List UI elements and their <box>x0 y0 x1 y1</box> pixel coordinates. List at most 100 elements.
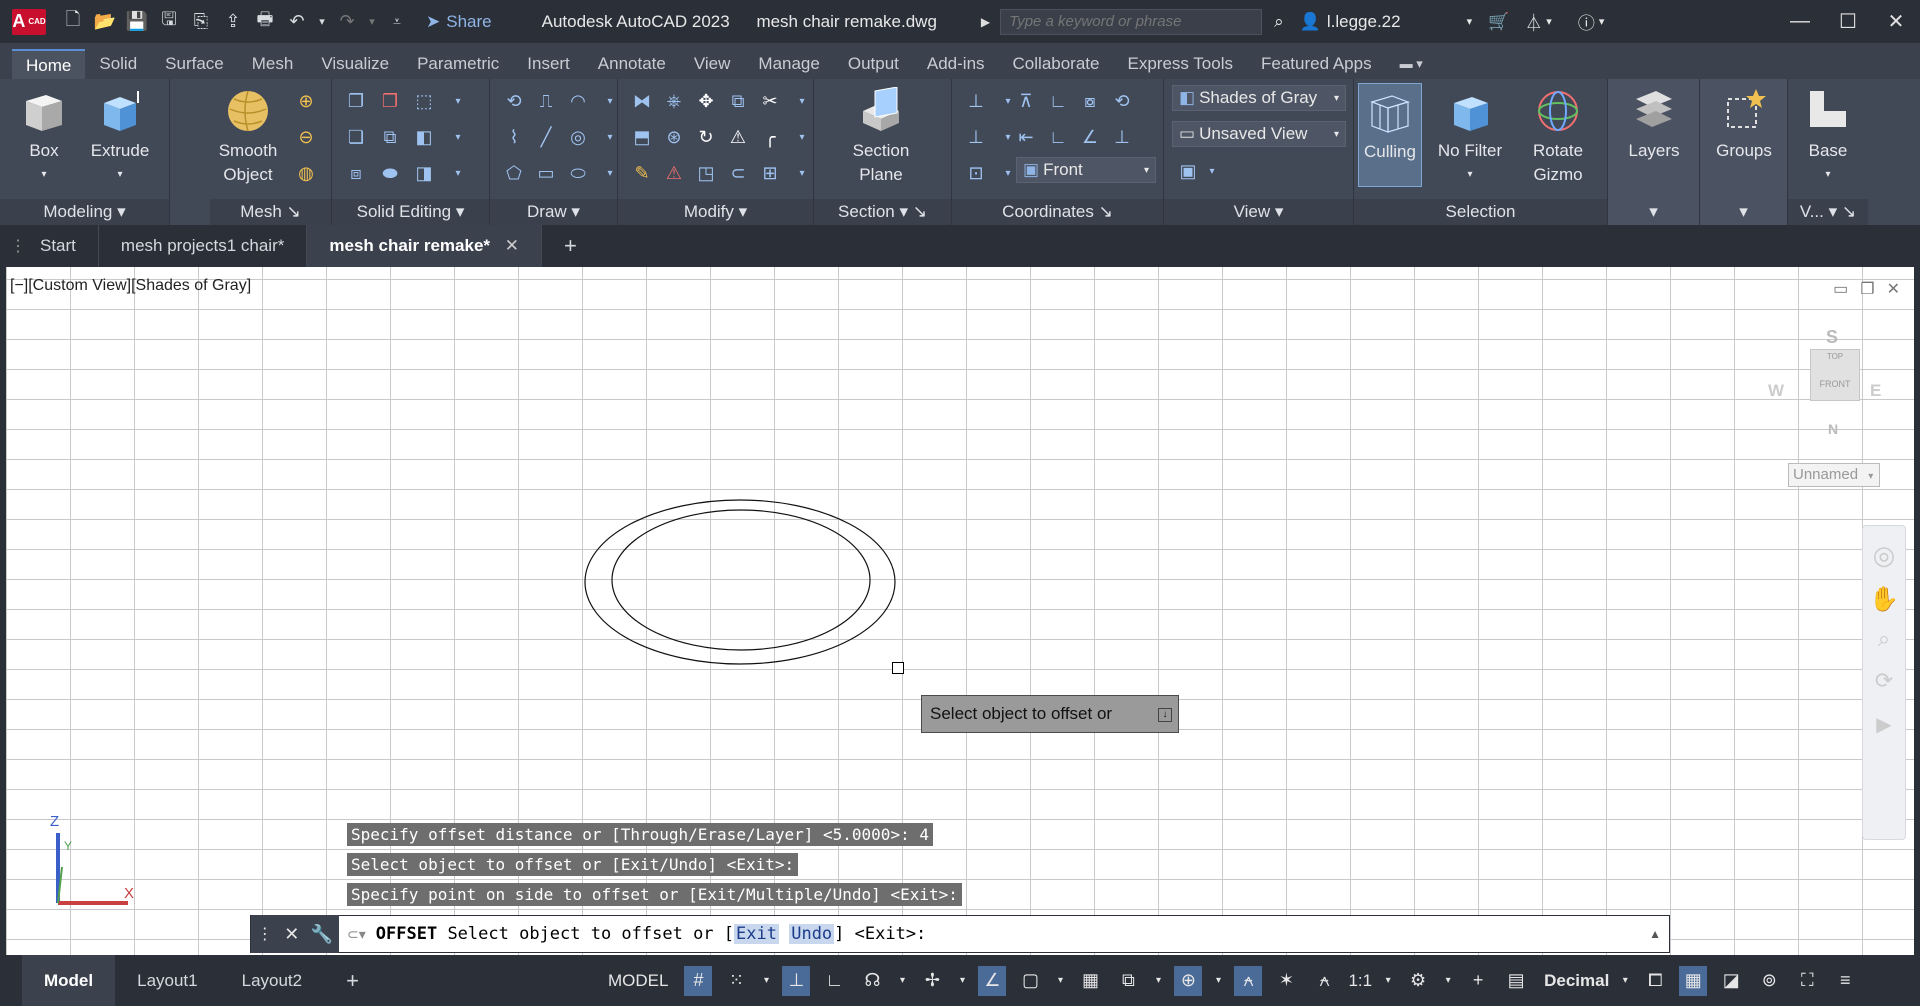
base-button[interactable]: Base ▾ <box>1796 87 1860 187</box>
file-tabs-menu-icon[interactable]: ⋮ <box>0 236 26 256</box>
autodesk-a360-icon[interactable]: ⏃ <box>1525 9 1542 34</box>
intersect-icon[interactable]: ❏ <box>344 125 368 149</box>
interfere-icon[interactable]: ⧈ <box>344 161 368 185</box>
rotate-icon[interactable]: ↻ <box>694 125 718 149</box>
ucs-icon-properties[interactable]: ⊡ <box>964 161 988 185</box>
viewcube[interactable]: S TOP FRONT W E N <box>1756 327 1881 447</box>
layout-tab-layout2[interactable]: Layout2 <box>220 955 325 1006</box>
graphics-performance-icon[interactable]: ⊚ <box>1755 966 1783 996</box>
command-line[interactable]: ⋮ ✕ 🔧 ⊂▾ OFFSET Select object to offset … <box>250 915 1670 953</box>
tab-mesh[interactable]: Mesh <box>238 49 308 79</box>
viewport-config-icon[interactable]: ▣ <box>1176 159 1200 183</box>
ucs-icon[interactable]: ⊥ <box>964 89 988 113</box>
clean-screen-icon[interactable]: ⛶ <box>1793 966 1821 996</box>
zoom-extents-icon[interactable]: ⌕ <box>1863 626 1905 652</box>
tab-output[interactable]: Output <box>834 49 913 79</box>
save-as-icon[interactable]: 🖫 <box>156 9 182 35</box>
close-icon[interactable]: ✕ <box>1872 0 1920 43</box>
slice-icon[interactable]: ⧉ <box>378 125 402 149</box>
scale-dropdown-icon[interactable]: ▾ <box>1382 966 1394 996</box>
tab-collaborate[interactable]: Collaborate <box>999 49 1114 79</box>
trim-dropdown-icon[interactable]: ▾ <box>790 89 814 113</box>
ucs-z-axis-icon[interactable]: ∠ <box>1078 125 1102 149</box>
search-icon[interactable]: ⌕ <box>1274 12 1284 32</box>
help-icon[interactable]: ⓘ <box>1578 9 1595 34</box>
isodraft-dropdown-icon[interactable]: ▾ <box>956 966 968 996</box>
annotation-scale-value[interactable]: 1:1 <box>1348 971 1372 991</box>
section-plane-button[interactable]: Section Plane <box>838 87 924 187</box>
box-button[interactable]: Box ▾ <box>12 87 76 187</box>
tab-surface[interactable]: Surface <box>151 49 238 79</box>
annotation-monitor-icon[interactable]: + <box>1464 966 1492 996</box>
undo-icon[interactable]: ↶ <box>284 9 310 35</box>
tab-home[interactable]: Home <box>12 49 86 79</box>
units-icon[interactable]: ▤ <box>1502 966 1530 996</box>
panel-title-base[interactable]: V... ▾ ↘ <box>1788 199 1868 225</box>
subtract-icon[interactable]: ❐ <box>378 89 402 113</box>
command-customize-icon[interactable]: 🔧 <box>311 924 333 945</box>
smooth-object-button[interactable]: Smooth Object <box>216 87 280 187</box>
ellipse-icon[interactable]: ⬭ <box>566 161 590 185</box>
culling-button[interactable]: Culling <box>1358 83 1422 187</box>
line-icon[interactable]: ╱ <box>534 125 558 149</box>
orbit-icon[interactable]: ⟳ <box>1863 668 1905 694</box>
plot-icon[interactable]: 🖶 <box>252 9 278 35</box>
viewcube-cube[interactable]: TOP FRONT <box>1810 349 1860 401</box>
layers-button[interactable]: Layers <box>1618 87 1690 163</box>
extrude-faces-icon[interactable]: ◧ <box>412 125 436 149</box>
3d-mirror-icon[interactable]: ⧓ <box>630 89 654 113</box>
outer-ellipse[interactable] <box>584 499 896 665</box>
array-dropdown-icon[interactable]: ▾ <box>790 161 814 185</box>
dynamic-ucs-icon[interactable]: ⊥ <box>782 965 811 996</box>
no-filter-button[interactable]: No Filter ▾ <box>1428 87 1512 187</box>
option-exit[interactable]: Exit <box>734 924 779 944</box>
erase-icon[interactable]: ✎ <box>630 161 654 185</box>
pan-icon[interactable]: ✋ <box>1863 585 1905 614</box>
workspace-gear-icon[interactable]: ⚙ <box>1404 966 1432 996</box>
ucs-3point-icon[interactable]: ∟ <box>1046 125 1070 149</box>
command-history-toggle-icon[interactable]: ▲ <box>1649 927 1661 941</box>
named-ucs-dropdown[interactable]: Unnamed ▾ <box>1788 463 1880 487</box>
close-tab-icon[interactable]: ✕ <box>505 236 519 255</box>
drawing-canvas[interactable]: [−][Custom View][Shades of Gray] ▭ ❐ ✕ Z… <box>6 267 1914 955</box>
user-icon[interactable]: 👤 <box>1300 12 1321 32</box>
panel-title-section[interactable]: Section ▾ ↘ <box>814 199 951 225</box>
snap-icon[interactable]: ⁙ <box>722 966 750 996</box>
panel-title-view[interactable]: View ▾ <box>1164 199 1353 225</box>
thicken-icon[interactable]: ⬬ <box>378 161 402 185</box>
ucs-object-icon[interactable]: ⧇ <box>1078 89 1102 113</box>
ucs-previous-icon[interactable]: ⟲ <box>1110 89 1134 113</box>
minimize-icon[interactable]: — <box>1776 0 1824 43</box>
layers-dropdown-icon[interactable]: ▾ <box>1608 199 1699 225</box>
mirror-icon[interactable]: ⚠ <box>726 125 750 149</box>
ucs-world-icon[interactable]: ⊼ <box>1014 89 1038 113</box>
tab-annotate[interactable]: Annotate <box>584 49 680 79</box>
panel-title-solid-editing[interactable]: Solid Editing ▾ <box>332 199 489 225</box>
stretch-icon[interactable]: ◳ <box>694 161 718 185</box>
rectangle-icon[interactable]: ▭ <box>534 161 558 185</box>
viewcube-e-label[interactable]: E <box>1870 381 1881 401</box>
recent-commands-icon[interactable]: ⊂▾ <box>347 926 366 943</box>
fillet-icon[interactable]: ╭ <box>758 125 782 149</box>
tab-insert[interactable]: Insert <box>513 49 584 79</box>
polar-dropdown-icon[interactable]: ▾ <box>896 966 908 996</box>
object-snap-tracking-icon[interactable]: ∠ <box>978 965 1007 996</box>
tab-solid[interactable]: Solid <box>85 49 151 79</box>
tab-featured-apps[interactable]: Featured Apps <box>1247 49 1386 79</box>
undo-dropdown-icon[interactable]: ▾ <box>316 9 328 35</box>
workspace-dropdown-icon[interactable]: ▾ <box>1442 966 1454 996</box>
steering-wheel-icon[interactable]: ◎ <box>1863 540 1905 571</box>
snap-dropdown-icon[interactable]: ▾ <box>760 966 772 996</box>
new-file-icon[interactable]: 🗋 <box>60 9 86 35</box>
ucs-view-dropdown[interactable]: ▣ Front ▾ <box>1016 157 1156 183</box>
layout-tab-layout1[interactable]: Layout1 <box>115 955 220 1006</box>
user-name[interactable]: l.legge.22 <box>1327 12 1401 32</box>
command-cancel-icon[interactable]: ✕ <box>284 924 299 945</box>
tab-view[interactable]: View <box>680 49 745 79</box>
selection-cycling-icon[interactable]: ⊕ <box>1174 965 1203 996</box>
customization-menu-icon[interactable]: ≡ <box>1831 966 1859 996</box>
transparency-icon[interactable]: ⧉ <box>1114 966 1142 996</box>
showmotion-icon[interactable]: ▶ <box>1863 712 1905 737</box>
user-dropdown-icon[interactable]: ▾ <box>1467 15 1473 28</box>
isolate-objects-icon[interactable]: ◪ <box>1717 966 1745 996</box>
